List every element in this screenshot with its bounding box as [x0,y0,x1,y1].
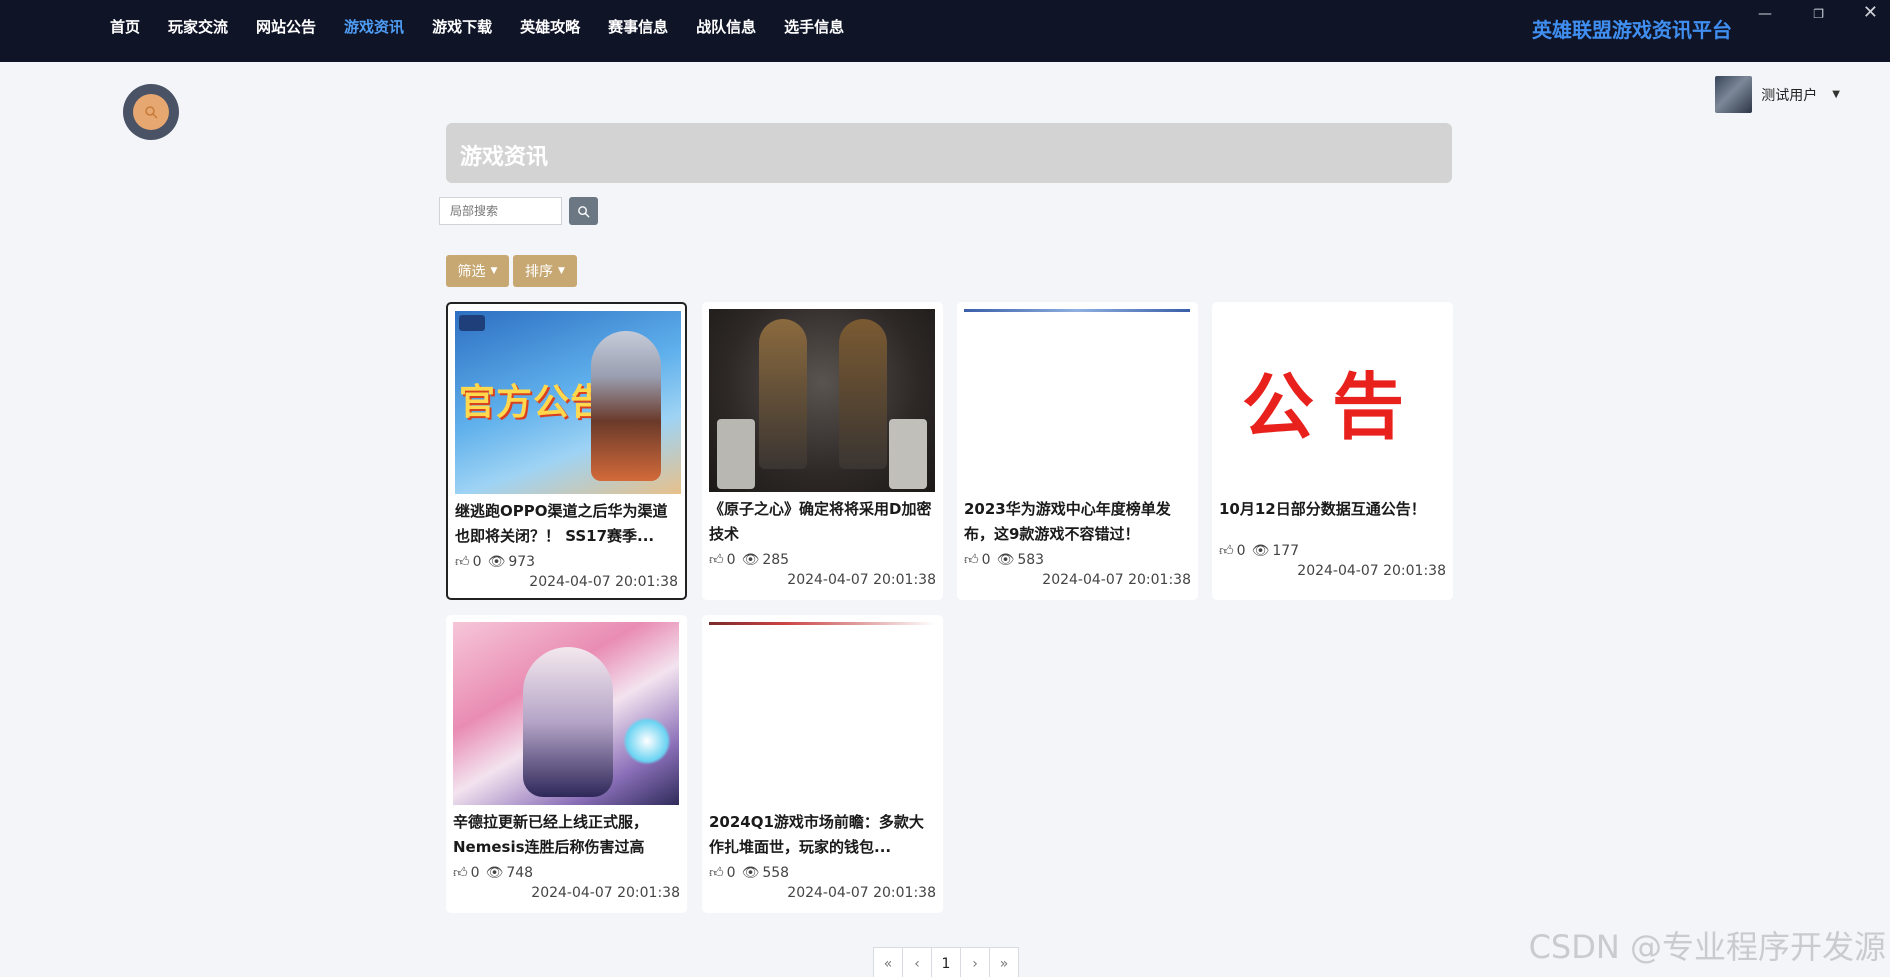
search-icon [578,205,590,218]
thumbnail-caption: 公告 [1241,365,1422,449]
news-title[interactable]: 《原子之心》确定将将采用D加密技术 [709,497,935,547]
view-count: 558 [762,864,790,881]
news-card[interactable]: 官方公告 继逃跑OPPO渠道之后华为渠道也即将关闭？！ SS17赛季... 👍︎… [446,302,687,600]
thumbs-up-icon[interactable]: 👍︎ [1219,542,1234,559]
news-date: 2024-04-07 20:01:38 [1042,572,1191,588]
like-count: 0 [1236,542,1246,559]
news-date: 2024-04-07 20:01:38 [531,885,680,901]
search-icon [133,94,169,130]
news-stats: 👍︎ 0 👁︎ 583 [964,551,1045,569]
view-count: 177 [1272,542,1300,559]
like-count: 0 [726,864,736,881]
like-count: 0 [981,551,991,568]
caret-down-icon: ▼ [558,266,565,276]
news-title[interactable]: 辛德拉更新已经上线正式服，Nemesis连胜后称伤害过高 [453,810,679,860]
nav-item-home[interactable]: 首页 [110,16,140,37]
news-date: 2024-04-07 20:01:38 [529,574,678,590]
view-count: 583 [1017,551,1045,568]
brand-title[interactable]: 英雄联盟游戏资讯平台 [1532,14,1732,43]
prev-page-button[interactable]: ‹ [902,947,932,977]
nav-item-hero-guides[interactable]: 英雄攻略 [520,16,580,37]
news-card[interactable]: 辛德拉更新已经上线正式服，Nemesis连胜后称伤害过高 👍︎ 0 👁︎ 748 2… [446,615,687,913]
news-stats: 👍︎ 0 👁︎ 285 [709,551,790,569]
nav-item-player-info[interactable]: 选手信息 [784,16,844,37]
main-nav: 首页 玩家交流 网站公告 游戏资讯 游戏下载 英雄攻略 赛事信息 战队信息 选手… [110,16,872,37]
maximize-icon[interactable]: ❐ [1813,7,1824,21]
first-page-button[interactable]: « [873,947,903,977]
thumbs-up-icon[interactable]: 👍︎ [964,551,979,568]
user-menu[interactable]: 测试用户 ▼ [1715,76,1840,113]
eye-icon: 👁︎ [485,864,504,881]
like-count: 0 [472,553,482,570]
news-stats: 👍︎ 0 👁︎ 973 [455,553,536,571]
like-count: 0 [470,864,480,881]
news-date: 2024-04-07 20:01:38 [787,572,936,588]
top-navbar: 首页 玩家交流 网站公告 游戏资讯 游戏下载 英雄攻略 赛事信息 战队信息 选手… [0,0,1890,62]
thumbnail-caption: 官方公告 [459,382,608,423]
news-card[interactable]: 《原子之心》确定将将采用D加密技术 👍︎ 0 👁︎ 285 2024-04-07 2… [702,302,943,600]
close-icon[interactable]: ✕ [1863,2,1878,23]
caret-down-icon: ▼ [490,266,498,276]
minimize-icon[interactable]: — [1758,6,1772,22]
news-thumbnail[interactable] [709,309,935,492]
news-stats: 👍︎ 0 👁︎ 177 [1219,542,1300,560]
news-thumbnail[interactable]: 官方公告 [455,311,681,494]
user-name: 测试用户 [1761,87,1818,104]
nav-item-team-info[interactable]: 战队信息 [696,16,756,37]
page-title: 游戏资讯 [460,145,549,170]
thumbs-up-icon[interactable]: 👍︎ [709,864,724,881]
pagination: « ‹ 1 › » [873,947,1019,977]
search-input[interactable] [439,197,562,225]
chevron-down-icon: ▼ [1832,89,1840,100]
news-card[interactable]: 公告 10月12日部分数据互通公告！ 👍︎ 0 👁︎ 177 2024-04-07 … [1212,302,1453,600]
filter-dropdown[interactable]: 筛选 ▼ [446,255,509,287]
thumbs-up-icon[interactable]: 👍︎ [453,864,468,881]
news-date: 2024-04-07 20:01:38 [1297,563,1446,579]
page-title-bar: 游戏资讯 [446,123,1452,183]
nav-item-game-download[interactable]: 游戏下载 [432,16,492,37]
news-title[interactable]: 继逃跑OPPO渠道之后华为渠道也即将关闭？！ SS17赛季... [455,499,681,549]
news-thumbnail[interactable] [453,622,679,805]
news-thumbnail[interactable]: 公告 [1219,309,1445,492]
filter-label: 筛选 [457,264,486,280]
eye-icon: 👁︎ [741,864,760,881]
news-card[interactable]: 2023华为游戏中心年度榜单发布，这9款游戏不容错过！ 👍︎ 0 👁︎ 583 20… [957,302,1198,600]
news-date: 2024-04-07 20:01:38 [787,885,936,901]
nav-item-game-news[interactable]: 游戏资讯 [344,16,404,37]
view-count: 748 [506,864,534,881]
eye-icon: 👁︎ [487,553,506,570]
page-number-button[interactable]: 1 [931,947,961,977]
news-card[interactable]: 2024Q1游戏市场前瞻：多款大作扎堆面世，玩家的钱包... 👍︎ 0 👁︎ 558… [702,615,943,913]
news-thumbnail[interactable] [964,309,1190,492]
news-title[interactable]: 2023华为游戏中心年度榜单发布，这9款游戏不容错过！ [964,497,1190,547]
floating-search-button[interactable] [123,84,179,140]
nav-item-announcements[interactable]: 网站公告 [256,16,316,37]
sort-dropdown[interactable]: 排序 ▼ [513,255,577,287]
news-stats: 👍︎ 0 👁︎ 748 [453,864,534,882]
news-thumbnail[interactable] [709,622,935,805]
last-page-button[interactable]: » [989,947,1019,977]
nav-item-match-info[interactable]: 赛事信息 [608,16,668,37]
news-title[interactable]: 10月12日部分数据互通公告！ [1219,497,1445,522]
view-count: 973 [508,553,536,570]
eye-icon: 👁︎ [996,551,1015,568]
nav-item-player-forum[interactable]: 玩家交流 [168,16,228,37]
view-count: 285 [762,551,790,568]
avatar [1715,76,1753,113]
search-button[interactable] [569,197,598,225]
watermark: CSDN @专业程序开发源 [1528,928,1886,966]
thumbs-up-icon[interactable]: 👍︎ [709,551,724,568]
news-title[interactable]: 2024Q1游戏市场前瞻：多款大作扎堆面世，玩家的钱包... [709,810,935,860]
next-page-button[interactable]: › [960,947,990,977]
like-count: 0 [726,551,736,568]
eye-icon: 👁︎ [741,551,760,568]
sort-label: 排序 [525,264,554,280]
eye-icon: 👁︎ [1251,542,1270,559]
thumbs-up-icon[interactable]: 👍︎ [455,553,470,570]
news-stats: 👍︎ 0 👁︎ 558 [709,864,790,882]
